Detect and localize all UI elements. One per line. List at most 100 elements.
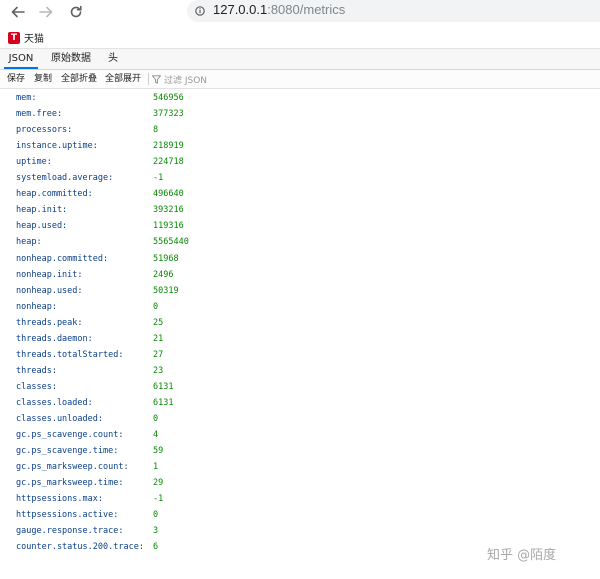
tab-raw-data[interactable]: 原始数据 — [46, 49, 96, 68]
json-key: heap.init: — [16, 205, 68, 216]
expand-all-button[interactable]: 全部展开 — [105, 72, 141, 86]
json-row: nonheap.committed: 51968 — [0, 251, 600, 267]
json-value: 29 — [153, 478, 164, 489]
bookmark-tmall[interactable]: T 天猫 — [8, 30, 44, 45]
json-value: 546956 — [153, 93, 184, 103]
json-value: -1 — [153, 494, 164, 505]
json-row: threads.peak: 25 — [0, 315, 600, 331]
tab-headers[interactable]: 头 — [104, 49, 122, 68]
json-row: processors: 8 — [0, 122, 600, 138]
json-value: 496640 — [153, 189, 184, 200]
json-value: 8 — [153, 125, 159, 136]
json-row: heap.committed: 496640 — [0, 186, 600, 202]
json-value: 377323 — [153, 109, 184, 120]
json-row: classes.loaded: 6131 — [0, 395, 600, 411]
json-value: 4 — [153, 430, 159, 441]
json-key: heap.used: — [16, 221, 68, 232]
json-value: 21 — [153, 333, 164, 344]
json-value: 5565440 — [153, 237, 189, 248]
json-value: 0 — [153, 510, 159, 521]
json-key: httpsessions.active: — [16, 510, 119, 521]
json-value: 50319 — [153, 285, 179, 296]
json-value: 27 — [153, 349, 164, 360]
json-row: gauge.response.trace: 3 — [0, 523, 600, 539]
json-value: 6131 — [153, 397, 174, 408]
json-row: threads.totalStarted: 27 — [0, 347, 600, 363]
filter-icon — [152, 74, 161, 84]
json-value: 119316 — [153, 221, 184, 232]
json-row: threads: 23 — [0, 363, 600, 379]
json-key: threads: — [16, 365, 57, 376]
json-value: -1 — [153, 173, 164, 184]
tab-json[interactable]: JSON — [4, 49, 38, 69]
back-button[interactable] — [8, 2, 28, 22]
json-key: gauge.response.trace: — [16, 526, 124, 537]
json-key: threads.totalStarted: — [16, 349, 124, 360]
page-info-icon[interactable] — [195, 4, 205, 18]
json-row: instance.uptime: 218919 — [0, 138, 600, 154]
json-value: 23 — [153, 365, 164, 376]
json-row: mem.free: 377323 — [0, 106, 600, 122]
json-row: nonheap.used: 50319 — [0, 283, 600, 299]
json-key: mem: — [16, 93, 37, 103]
json-value: 0 — [153, 414, 159, 424]
json-value: 224718 — [153, 157, 184, 168]
json-key: classes.loaded: — [16, 397, 93, 408]
json-row: heap: 5565440 — [0, 234, 600, 250]
json-value: 1 — [153, 462, 159, 473]
forward-arrow-icon — [39, 6, 53, 18]
watermark: 知乎 @陌度 — [487, 548, 557, 563]
json-key: nonheap.committed: — [16, 253, 109, 264]
json-key: gc.ps_marksweep.time: — [16, 478, 124, 489]
json-row: mem: 546956 — [0, 90, 600, 106]
json-row: classes: 6131 — [0, 379, 600, 395]
json-row: gc.ps_marksweep.time: 29 — [0, 475, 600, 491]
json-value: 0 — [153, 301, 159, 312]
json-value: 3 — [153, 526, 159, 537]
forward-button[interactable] — [36, 2, 56, 22]
json-row: httpsessions.max: -1 — [0, 491, 600, 507]
reload-icon — [70, 5, 82, 18]
json-row: classes.unloaded: 0 — [0, 411, 600, 427]
reload-button[interactable] — [66, 2, 86, 22]
json-row: heap.used: 119316 — [0, 218, 600, 234]
json-key: threads.peak: — [16, 317, 83, 328]
bookmark-label: 天猫 — [24, 34, 44, 45]
json-viewer-tabs: JSON 原始数据 头 — [0, 49, 600, 70]
json-row: threads.daemon: 21 — [0, 331, 600, 347]
json-value: 2496 — [153, 269, 174, 280]
json-key: gc.ps_marksweep.count: — [16, 462, 129, 473]
filter-json-input[interactable]: 过滤 JSON — [152, 72, 207, 86]
json-value: 6 — [153, 542, 159, 553]
address-bar[interactable]: 127.0.0.1:8080/metrics — [187, 0, 600, 22]
json-key: classes: — [16, 381, 57, 392]
json-row: nonheap: 0 — [0, 299, 600, 315]
json-row: heap.init: 393216 — [0, 202, 600, 218]
json-key: mem.free: — [16, 109, 63, 120]
json-row: gc.ps_scavenge.count: 4 — [0, 427, 600, 443]
json-key: uptime: — [16, 157, 52, 168]
collapse-all-button[interactable]: 全部折叠 — [61, 72, 97, 86]
json-row: uptime: 224718 — [0, 154, 600, 170]
json-value: 6131 — [153, 381, 174, 392]
save-button[interactable]: 保存 — [7, 72, 25, 86]
back-arrow-icon — [11, 6, 25, 18]
url-path: :8080/metrics — [267, 2, 346, 17]
json-key: nonheap: — [16, 301, 57, 312]
json-key: counter.status.200.trace: — [16, 542, 144, 553]
bookmarks-bar: T 天猫 — [0, 26, 600, 49]
json-key: instance.uptime: — [16, 141, 98, 152]
json-key: threads.daemon: — [16, 333, 93, 344]
json-row: httpsessions.active: 0 — [0, 507, 600, 523]
json-toolbar: 保存 复制 全部折叠 全部展开 过滤 JSON — [0, 70, 600, 89]
json-key: httpsessions.max: — [16, 494, 103, 505]
url-text: 127.0.0.1:8080/metrics — [213, 2, 345, 17]
json-key: gc.ps_scavenge.count: — [16, 430, 124, 441]
json-row: nonheap.init: 2496 — [0, 267, 600, 283]
json-key: nonheap.used: — [16, 285, 83, 296]
copy-button[interactable]: 复制 — [34, 72, 52, 86]
json-value: 51968 — [153, 253, 179, 264]
json-key: classes.unloaded: — [16, 414, 103, 424]
json-key: nonheap.init: — [16, 269, 83, 280]
json-row: gc.ps_scavenge.time: 59 — [0, 443, 600, 459]
